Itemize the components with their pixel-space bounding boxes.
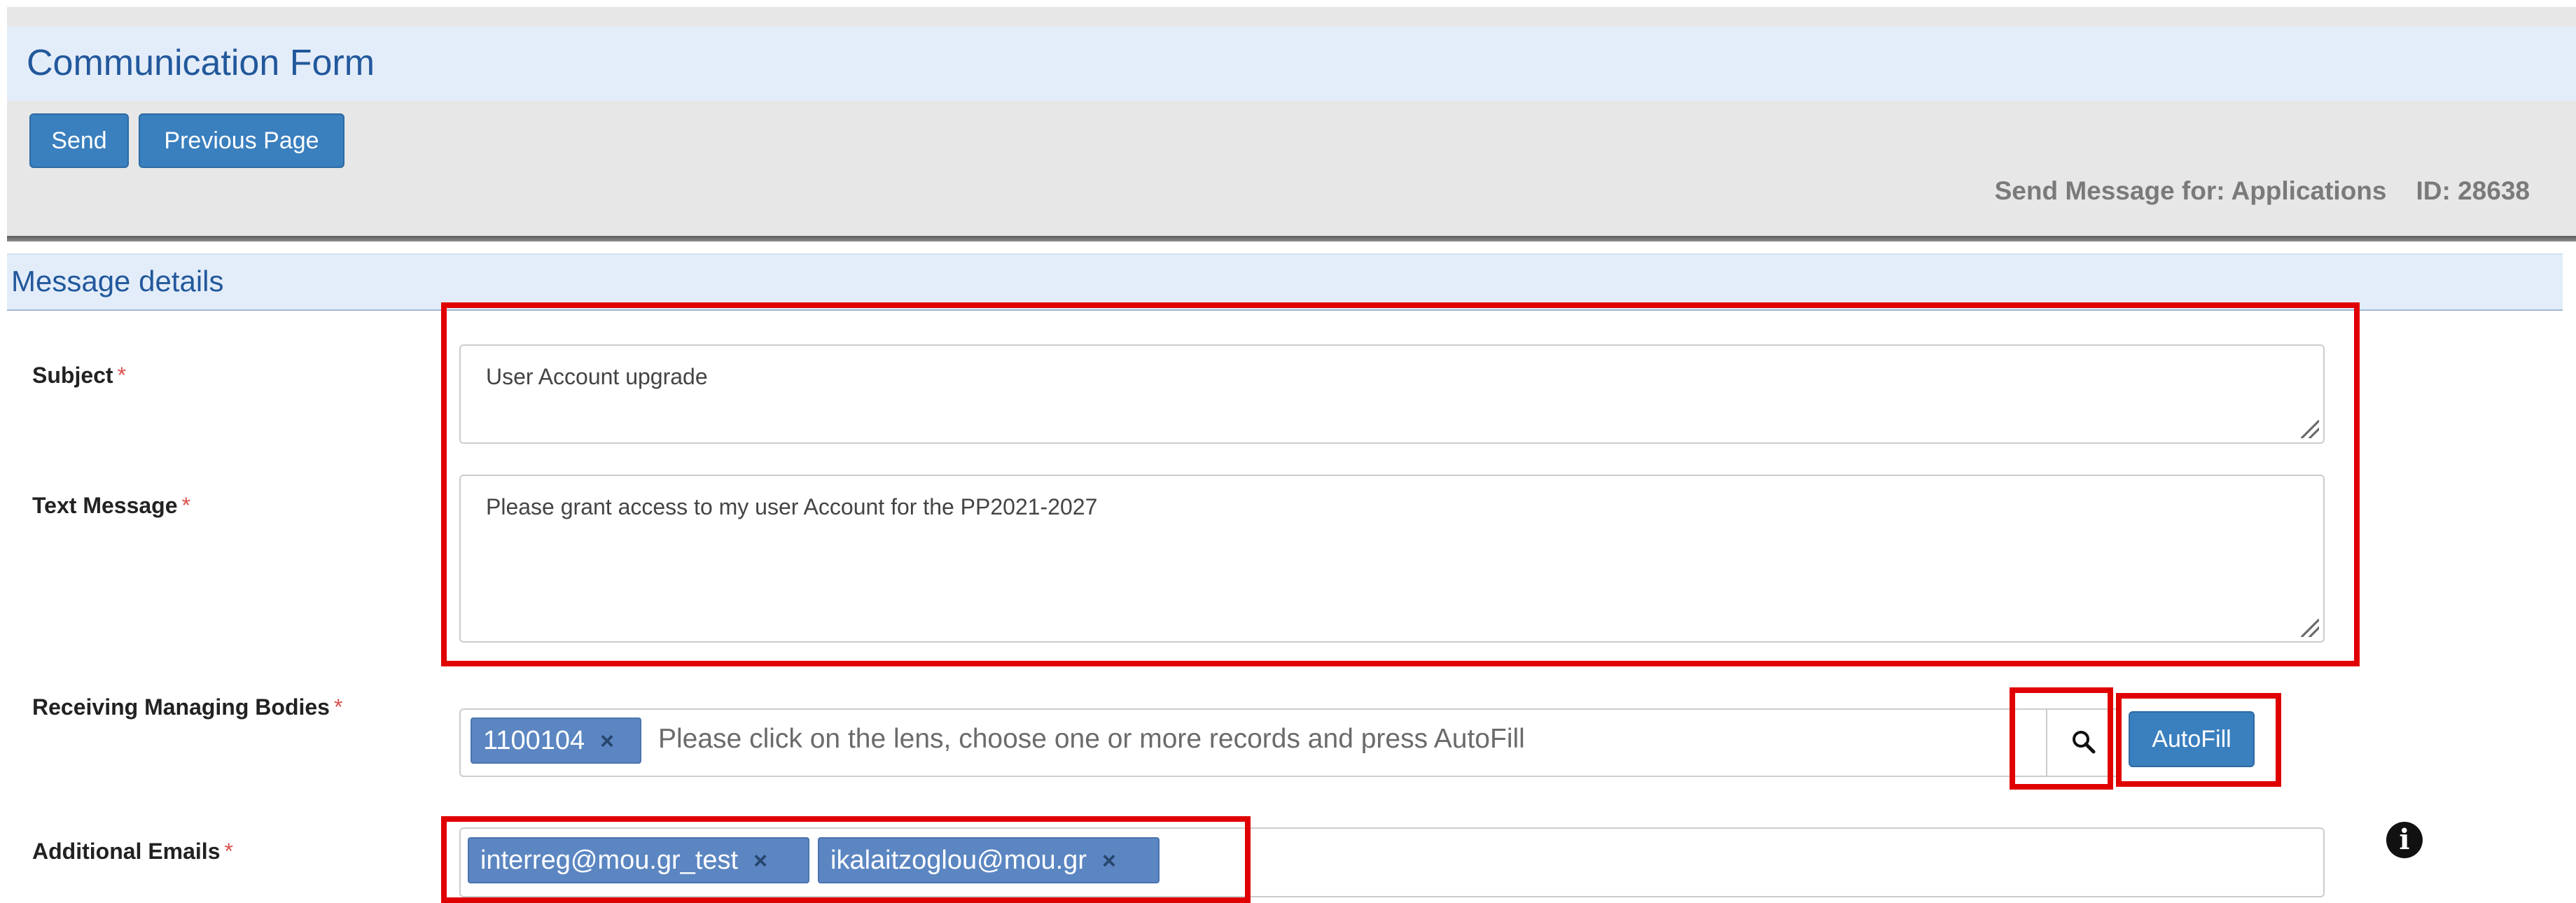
title-bar <box>7 27 2576 101</box>
additional-emails-label-text: Additional Emails <box>32 839 221 864</box>
top-strip <box>0 0 2576 7</box>
previous-page-button[interactable]: Previous Page <box>139 113 344 168</box>
required-mark: * <box>181 493 190 518</box>
highlight-frame-emails <box>441 816 1251 903</box>
info-icon[interactable]: i <box>2386 822 2423 858</box>
text-message-label-text: Text Message <box>32 493 178 518</box>
additional-emails-label: Additional Emails * <box>32 839 233 864</box>
required-mark: * <box>333 694 343 720</box>
header-divider <box>7 236 2576 241</box>
receiving-bodies-label-text: Receiving Managing Bodies <box>32 694 330 720</box>
receiving-body-tag: 1100104 × <box>471 718 641 764</box>
page-title: Communication Form <box>27 43 375 83</box>
send-button[interactable]: Send <box>29 113 129 168</box>
required-mark: * <box>224 839 233 864</box>
tag-remove-icon[interactable]: × <box>600 728 614 755</box>
send-for-label: Send Message for: Applications <box>1994 176 2387 205</box>
record-id: ID: 28638 <box>2416 176 2530 205</box>
send-message-info: Send Message for: Applications ID: 28638 <box>1995 176 2530 206</box>
highlight-frame-message <box>441 302 2360 666</box>
subject-label: Subject * <box>32 363 126 388</box>
required-mark: * <box>117 363 127 388</box>
section-title: Message details <box>11 265 224 298</box>
receiving-body-tag-label: 1100104 <box>483 726 585 755</box>
highlight-frame-lens <box>2010 687 2113 790</box>
receiving-bodies-label: Receiving Managing Bodies * <box>32 694 342 720</box>
text-message-label: Text Message * <box>32 493 190 519</box>
subject-label-text: Subject <box>32 363 113 388</box>
highlight-frame-autofill <box>2116 693 2281 787</box>
receiving-bodies-placeholder: Please click on the lens, choose one or … <box>658 724 1525 754</box>
